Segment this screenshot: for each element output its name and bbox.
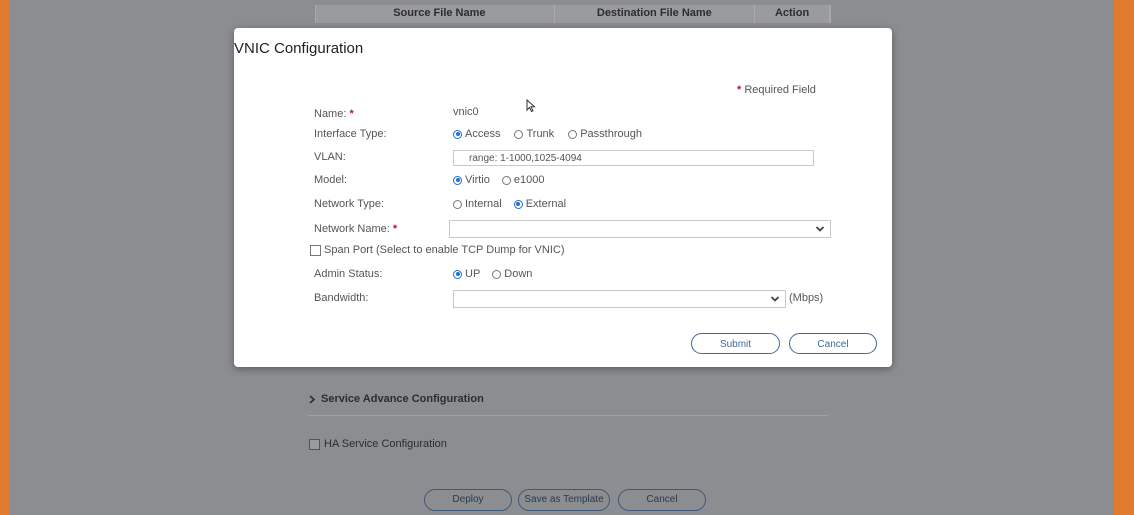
name-value: vnic0	[453, 106, 479, 118]
model-radio-group: Virtio e1000	[453, 174, 558, 186]
admin-status-label: Admin Status:	[314, 268, 383, 280]
vlan-input[interactable]: range: 1-1000,1025-4094	[453, 150, 814, 166]
option-label: Virtio	[465, 174, 490, 186]
vlan-label: VLAN:	[314, 151, 346, 163]
ha-service-label: HA Service Configuration	[324, 438, 447, 450]
radio-unselected[interactable]	[568, 129, 578, 139]
deploy-button[interactable]: Deploy	[424, 489, 512, 511]
divider	[308, 415, 828, 416]
interface-type-radio-group: Access Trunk Passthrough	[453, 128, 656, 140]
bandwidth-label: Bandwidth:	[314, 292, 369, 304]
col-label: Source File Name	[393, 7, 486, 19]
required-star: *	[392, 223, 398, 235]
col-source-file-name: Source File Name	[316, 5, 555, 23]
required-star: *	[349, 108, 354, 120]
interface-type-label: Interface Type:	[314, 128, 387, 140]
cancel-button[interactable]: Cancel	[789, 333, 877, 354]
model-e1000-option[interactable]: e1000	[501, 174, 545, 186]
network-name-label-text: Network Name:	[314, 223, 390, 235]
mouse-cursor-icon	[526, 99, 536, 113]
radio-selected[interactable]	[453, 129, 462, 139]
option-label: Down	[504, 268, 533, 280]
interface-type-trunk-option[interactable]: Trunk	[514, 128, 554, 140]
option-label: External	[525, 198, 567, 210]
ha-service-row[interactable]: HA Service Configuration	[309, 438, 447, 450]
option-label: UP	[465, 268, 481, 280]
network-type-internal-option[interactable]: Internal	[453, 198, 502, 210]
radio-selected[interactable]	[453, 269, 462, 279]
col-action: Action	[755, 5, 830, 23]
network-type-radio-group: Internal External	[453, 198, 580, 210]
span-port-label: Span Port (Select to enable TCP Dump for…	[324, 244, 565, 256]
radio-unselected[interactable]	[453, 199, 462, 209]
dialog-title: VNIC Configuration	[234, 40, 364, 57]
background-cancel-button[interactable]: Cancel	[618, 489, 706, 511]
col-label: Action	[774, 7, 810, 19]
network-name-label: Network Name: *	[314, 223, 397, 235]
radio-selected[interactable]	[453, 175, 462, 185]
option-label: e1000	[513, 174, 545, 186]
file-table-header: Source File Name Destination File Name A…	[315, 5, 831, 23]
admin-status-up-option[interactable]: UP	[453, 268, 480, 280]
service-advance-label: Service Advance Configuration	[321, 393, 484, 405]
span-port-row[interactable]: Span Port (Select to enable TCP Dump for…	[310, 244, 564, 256]
network-type-label: Network Type:	[314, 198, 385, 210]
required-note-text: Required Field	[744, 84, 816, 96]
col-label: Destination File Name	[596, 7, 712, 19]
model-virtio-option[interactable]: Virtio	[453, 174, 490, 186]
radio-unselected[interactable]	[492, 269, 502, 279]
interface-type-access-option[interactable]: Access	[453, 128, 500, 140]
bandwidth-unit: (Mbps)	[789, 292, 824, 304]
vnic-configuration-dialog: VNIC Configuration * Required Field Name…	[234, 28, 892, 367]
save-as-template-button[interactable]: Save as Template	[518, 489, 610, 511]
option-label: Access	[465, 128, 501, 140]
radio-selected[interactable]	[513, 199, 523, 209]
name-label: Name: *	[314, 108, 354, 120]
name-label-text: Name:	[314, 108, 347, 120]
service-advance-configuration-link[interactable]: Service Advance Configuration	[309, 393, 484, 405]
radio-unselected[interactable]	[501, 175, 511, 185]
required-field-note: * Required Field	[737, 84, 816, 96]
chevron-down-icon	[815, 226, 825, 232]
ha-service-checkbox[interactable]	[309, 438, 320, 450]
required-star: *	[737, 84, 742, 96]
chevron-right-icon	[309, 394, 316, 404]
bandwidth-select[interactable]	[453, 290, 786, 308]
radio-unselected[interactable]	[514, 129, 524, 139]
col-destination-file-name: Destination File Name	[555, 5, 756, 23]
option-label: Passthrough	[580, 128, 642, 140]
network-type-external-option[interactable]: External	[513, 198, 567, 210]
submit-button[interactable]: Submit	[691, 333, 780, 354]
admin-status-radio-group: UP Down	[453, 268, 546, 280]
network-name-select[interactable]	[449, 220, 831, 238]
admin-status-down-option[interactable]: Down	[492, 268, 532, 280]
interface-type-passthrough-option[interactable]: Passthrough	[568, 128, 642, 140]
option-label: Internal	[465, 198, 502, 210]
model-label: Model:	[314, 174, 348, 186]
option-label: Trunk	[526, 128, 555, 140]
span-port-checkbox[interactable]	[310, 244, 321, 256]
chevron-down-icon	[770, 296, 780, 302]
